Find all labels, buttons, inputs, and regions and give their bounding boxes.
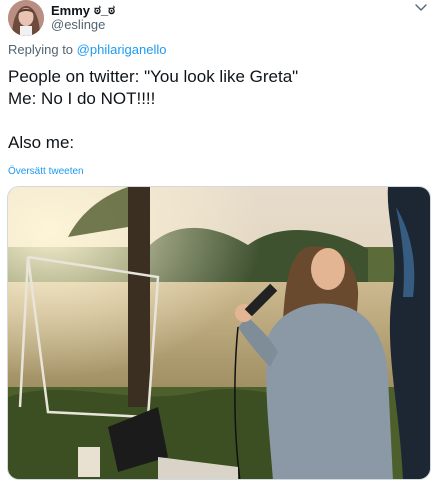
translate-link[interactable]: Översätt tweeten bbox=[8, 166, 84, 177]
replying-prefix: Replying to bbox=[8, 42, 74, 57]
tweet: Emmy ಠ_ಠ @eslinge Replying to @philariga… bbox=[0, 0, 438, 489]
avatar-image bbox=[8, 0, 44, 36]
replying-mention-link[interactable]: @philariganello bbox=[77, 42, 167, 57]
name-row: Emmy ಠ_ಠ bbox=[51, 2, 115, 18]
tweet-photo[interactable] bbox=[7, 186, 431, 480]
name-emoji: ಠ_ಠ bbox=[94, 2, 116, 17]
avatar[interactable] bbox=[8, 0, 44, 36]
user-handle[interactable]: @eslinge bbox=[51, 17, 105, 32]
tweet-text: People on twitter: "You look like Greta"… bbox=[8, 67, 299, 152]
display-name[interactable]: Emmy bbox=[51, 3, 90, 18]
replying-to: Replying to @philariganello bbox=[8, 42, 166, 57]
chevron-down-icon[interactable] bbox=[413, 0, 429, 16]
photo-image bbox=[8, 187, 430, 479]
